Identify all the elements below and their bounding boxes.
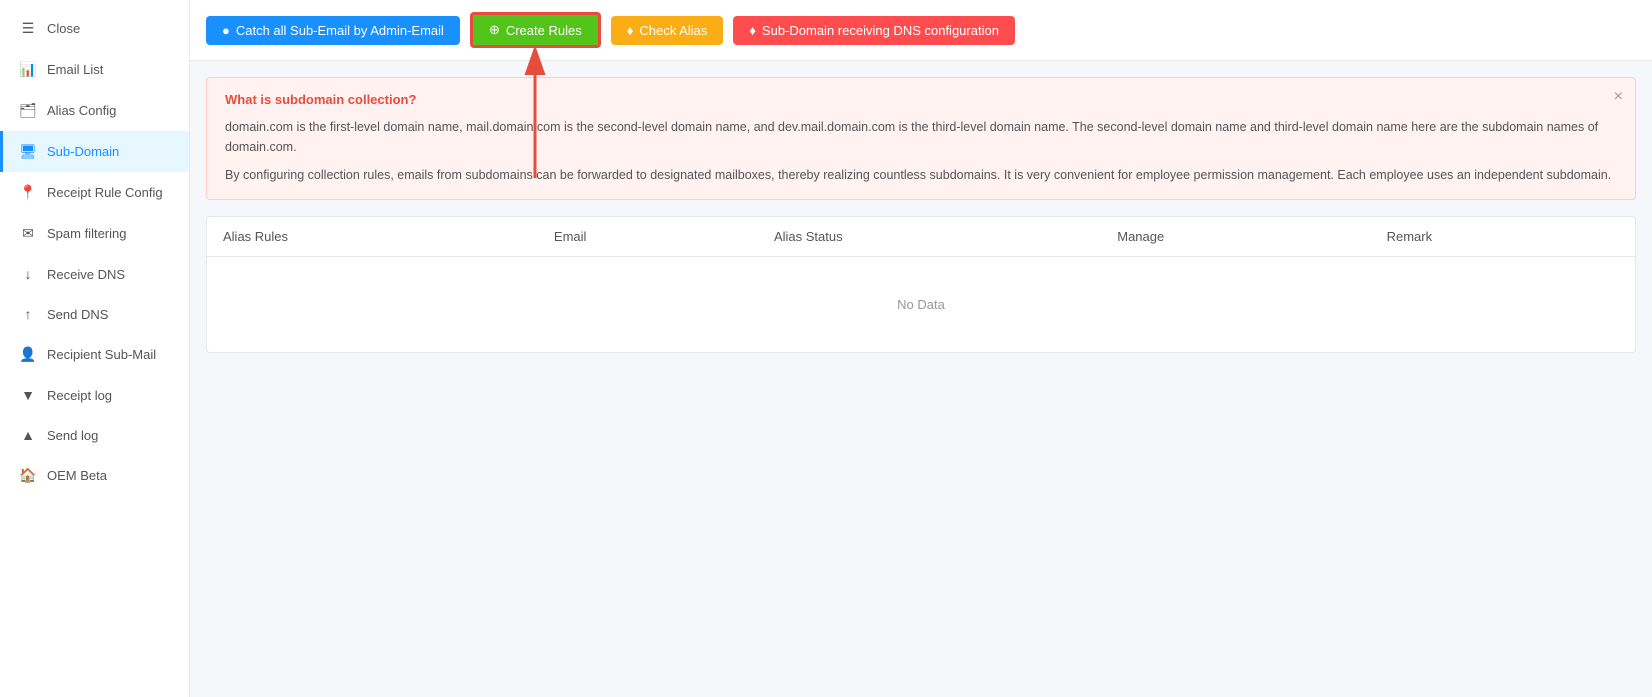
sidebar-item-label: Sub-Domain: [47, 144, 119, 159]
diamond-red-icon: ♦: [749, 23, 756, 38]
col-remark: Remark: [1371, 217, 1635, 257]
sidebar-item-receipt-rule-config[interactable]: 📍 Receipt Rule Config: [0, 172, 189, 213]
sidebar-item-alias-config[interactable]: 🗂 Alias Config: [0, 90, 189, 131]
sidebar-item-label: Receive DNS: [47, 267, 125, 282]
sidebar: ☰ Close 📊 Email List 🗂 Alias Config 🖥 Su…: [0, 0, 190, 697]
circle-icon: ●: [222, 23, 230, 38]
sidebar-item-label: Alias Config: [47, 103, 116, 118]
col-email: Email: [538, 217, 758, 257]
sidebar-item-recipient-sub-mail[interactable]: 👤 Recipient Sub-Mail: [0, 334, 189, 375]
sidebar-item-label: Close: [47, 21, 80, 36]
create-rules-container: ⊕ Create Rules: [470, 12, 601, 48]
folder-icon: 🗂: [19, 102, 37, 119]
create-rules-button[interactable]: ⊕ Create Rules: [470, 12, 601, 48]
table-row-empty: No Data: [207, 257, 1635, 353]
info-box-paragraph-1: domain.com is the first-level domain nam…: [225, 117, 1617, 157]
monitor-icon: 🖥: [19, 143, 37, 160]
sidebar-item-email-list[interactable]: 📊 Email List: [0, 49, 189, 90]
content-area: What is subdomain collection? domain.com…: [190, 61, 1652, 697]
sidebar-item-send-log[interactable]: ▲ Send log: [0, 415, 189, 455]
up-arrow-icon: ↑: [19, 306, 37, 322]
chart-icon: 📊: [19, 61, 37, 78]
sidebar-item-label: Email List: [47, 62, 103, 77]
sidebar-item-receipt-log[interactable]: ▼ Receipt log: [0, 375, 189, 415]
alias-rules-table: Alias Rules Email Alias Status Manage Re…: [207, 217, 1635, 352]
chevron-down-icon: ▼: [19, 387, 37, 403]
info-box: What is subdomain collection? domain.com…: [206, 77, 1636, 200]
toolbar: ● Catch all Sub-Email by Admin-Email ⊕ C…: [190, 0, 1652, 61]
col-alias-rules: Alias Rules: [207, 217, 538, 257]
col-alias-status: Alias Status: [758, 217, 1101, 257]
sidebar-item-label: Spam filtering: [47, 226, 126, 241]
sidebar-item-receive-dns[interactable]: ↓ Receive DNS: [0, 254, 189, 294]
sidebar-item-label: OEM Beta: [47, 468, 107, 483]
info-box-close-button[interactable]: ×: [1614, 88, 1623, 106]
mail-icon: ✉: [19, 225, 37, 242]
sidebar-item-oem-beta[interactable]: 🏠 OEM Beta: [0, 455, 189, 496]
sub-domain-dns-button[interactable]: ♦ Sub-Domain receiving DNS configuration: [733, 16, 1015, 45]
table-header-row: Alias Rules Email Alias Status Manage Re…: [207, 217, 1635, 257]
sidebar-item-label: Recipient Sub-Mail: [47, 347, 156, 362]
no-data-text: No Data: [207, 257, 1635, 353]
catch-all-button[interactable]: ● Catch all Sub-Email by Admin-Email: [206, 16, 460, 45]
info-box-title: What is subdomain collection?: [225, 92, 1617, 107]
sidebar-item-label: Receipt Rule Config: [47, 185, 163, 200]
plus-circle-icon: ⊕: [489, 22, 500, 38]
check-alias-button[interactable]: ♦ Check Alias: [611, 16, 724, 45]
sidebar-item-label: Send DNS: [47, 307, 108, 322]
info-box-paragraph-2: By configuring collection rules, emails …: [225, 165, 1617, 185]
sidebar-item-sub-domain[interactable]: 🖥 Sub-Domain: [0, 131, 189, 172]
sidebar-item-close[interactable]: ☰ Close: [0, 8, 189, 49]
down-arrow-icon: ↓: [19, 266, 37, 282]
sidebar-item-label: Send log: [47, 428, 98, 443]
home-icon: 🏠: [19, 467, 37, 484]
sidebar-item-spam-filtering[interactable]: ✉ Spam filtering: [0, 213, 189, 254]
main-content: ● Catch all Sub-Email by Admin-Email ⊕ C…: [190, 0, 1652, 697]
sidebar-item-send-dns[interactable]: ↑ Send DNS: [0, 294, 189, 334]
col-manage: Manage: [1101, 217, 1370, 257]
close-icon: ☰: [19, 20, 37, 37]
alias-rules-table-container: Alias Rules Email Alias Status Manage Re…: [206, 216, 1636, 353]
sidebar-item-label: Receipt log: [47, 388, 112, 403]
user-icon: 👤: [19, 346, 37, 363]
chevron-up-icon: ▲: [19, 427, 37, 443]
pin-icon: 📍: [19, 184, 37, 201]
diamond-icon: ♦: [627, 23, 634, 38]
